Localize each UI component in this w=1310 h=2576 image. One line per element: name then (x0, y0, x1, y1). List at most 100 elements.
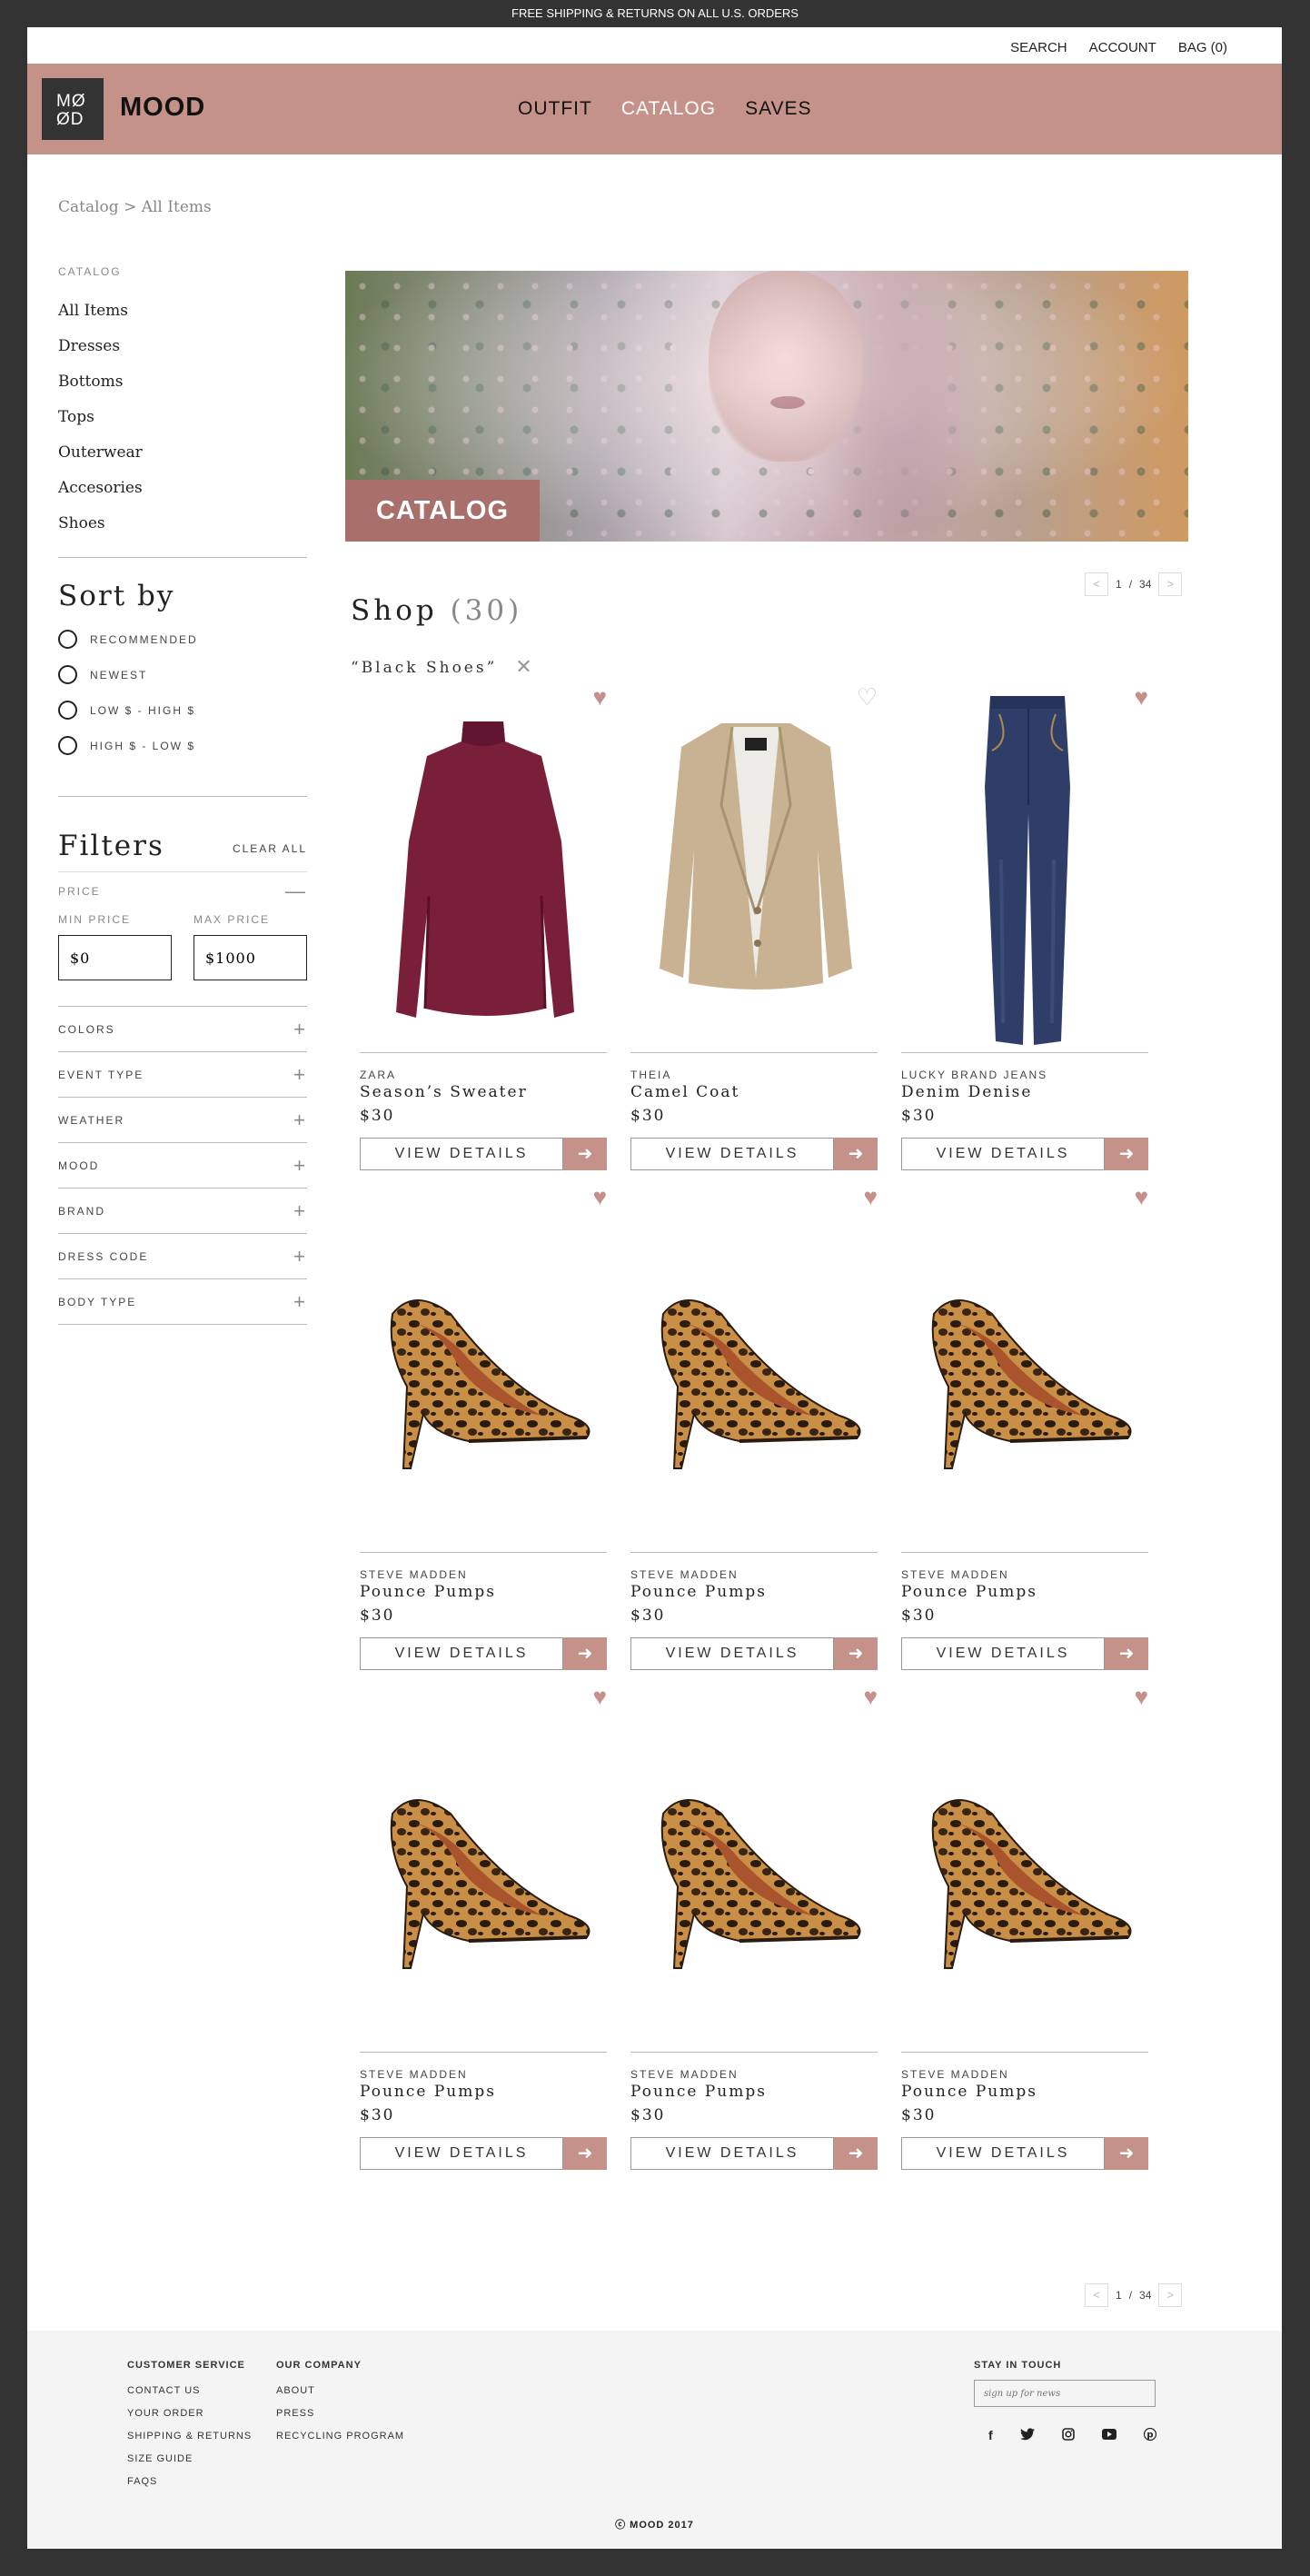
view-details-button[interactable]: VIEW DETAILS ➜ (630, 2137, 878, 2170)
arrow-right-icon[interactable]: ➜ (563, 1637, 607, 1670)
view-details-label[interactable]: VIEW DETAILS (360, 1138, 563, 1170)
breadcrumb[interactable]: Catalog > All Items (58, 198, 212, 216)
arrow-right-icon[interactable]: ➜ (834, 1637, 878, 1670)
facet-weather[interactable]: WEATHER + (58, 1097, 307, 1142)
arrow-right-icon[interactable]: ➜ (834, 1138, 878, 1170)
view-details-button[interactable]: VIEW DETAILS ➜ (360, 2137, 607, 2170)
footer-link-press[interactable]: PRESS (276, 2408, 404, 2431)
product-name[interactable]: Denim Denise (901, 1083, 1032, 1101)
view-details-button[interactable]: VIEW DETAILS ➜ (360, 1637, 607, 1670)
category-all-items[interactable]: All Items (58, 302, 307, 337)
nav-outfit[interactable]: OUTFIT (518, 98, 592, 120)
facet-mood[interactable]: MOOD + (58, 1142, 307, 1188)
product-card[interactable]: ♥ STEVE MADDEN Pounce Pumps $30 VIEW DETAILS… (360, 1178, 607, 1696)
category-bottoms[interactable]: Bottoms (58, 373, 307, 408)
heart-icon[interactable]: ♥ (593, 685, 607, 709)
facet-event-type[interactable]: EVENT TYPE + (58, 1051, 307, 1097)
heart-icon[interactable]: ♡ (857, 685, 878, 709)
view-details-button[interactable]: VIEW DETAILS ➜ (360, 1138, 607, 1170)
plus-icon[interactable]: + (293, 1109, 307, 1132)
arrow-right-icon[interactable]: ➜ (834, 2137, 878, 2170)
facet-brand[interactable]: BRAND + (58, 1188, 307, 1233)
product-image[interactable] (630, 1677, 878, 2052)
product-image[interactable] (360, 1178, 607, 1552)
product-card[interactable]: ♥ STEVE MADDEN Pounce Pumps $30 VIEW DETAILS… (360, 1677, 607, 2195)
pinterest-icon[interactable]: p (1143, 2427, 1156, 2443)
arrow-right-icon[interactable]: ➜ (563, 1138, 607, 1170)
facet-body-type[interactable]: BODY TYPE + (58, 1278, 307, 1324)
footer-link-shipping-returns[interactable]: SHIPPING & RETURNS (127, 2431, 252, 2453)
sort-option-recommended[interactable]: RECOMMENDED (58, 622, 307, 657)
sort-option-high-low[interactable]: HIGH $ - LOW $ (58, 728, 307, 763)
view-details-label[interactable]: VIEW DETAILS (360, 2137, 563, 2170)
footer-link-recycling[interactable]: RECYCLING PROGRAM (276, 2431, 404, 2453)
product-name[interactable]: Camel Coat (630, 1083, 739, 1101)
view-details-button[interactable]: VIEW DETAILS ➜ (901, 1637, 1148, 1670)
sort-option-newest[interactable]: NEWEST (58, 657, 307, 692)
youtube-icon[interactable] (1101, 2428, 1116, 2443)
next-page-button[interactable]: > (1158, 572, 1183, 596)
product-name[interactable]: Pounce Pumps (901, 2083, 1037, 2101)
clear-all-button[interactable]: CLEAR ALL (233, 842, 307, 855)
view-details-button[interactable]: VIEW DETAILS ➜ (630, 1637, 878, 1670)
radio-icon[interactable] (58, 665, 77, 684)
category-dresses[interactable]: Dresses (58, 337, 307, 373)
prev-page-button[interactable]: < (1085, 2283, 1108, 2307)
plus-icon[interactable]: + (293, 1154, 307, 1178)
search-link[interactable]: SEARCH (1010, 40, 1067, 55)
plus-icon[interactable]: + (293, 1290, 307, 1314)
product-image[interactable] (901, 1677, 1148, 2052)
view-details-label[interactable]: VIEW DETAILS (901, 2137, 1105, 2170)
product-name[interactable]: Pounce Pumps (901, 1583, 1037, 1601)
product-image[interactable] (630, 1178, 878, 1552)
max-price-input[interactable] (194, 935, 307, 980)
next-page-button[interactable]: > (1158, 2283, 1183, 2307)
product-card[interactable]: ♥ STEVE MADDEN Pounce Pumps $30 VIEW DETAILS… (630, 1677, 878, 2195)
category-shoes[interactable]: Shoes (58, 514, 307, 550)
product-name[interactable]: Pounce Pumps (360, 2083, 496, 2101)
radio-icon[interactable] (58, 630, 77, 649)
heart-icon[interactable]: ♥ (1135, 1185, 1148, 1208)
newsletter-input[interactable] (974, 2380, 1156, 2407)
facet-colors[interactable]: COLORS + (58, 1006, 307, 1051)
account-link[interactable]: ACCOUNT (1089, 40, 1156, 55)
plus-icon[interactable]: + (293, 1199, 307, 1223)
footer-link-about[interactable]: ABOUT (276, 2385, 404, 2408)
product-name[interactable]: Pounce Pumps (630, 1583, 767, 1601)
footer-link-contact-us[interactable]: CONTACT US (127, 2385, 252, 2408)
product-image[interactable] (630, 678, 878, 1052)
plus-icon[interactable]: + (293, 1245, 307, 1268)
view-details-label[interactable]: VIEW DETAILS (630, 1637, 834, 1670)
radio-icon[interactable] (58, 701, 77, 720)
category-accesories[interactable]: Accesories (58, 479, 307, 514)
twitter-icon[interactable] (1019, 2428, 1035, 2443)
product-card[interactable]: ♥ STEVE MADDEN Pounce Pumps $30 VIEW DETAILS… (901, 1178, 1148, 1696)
category-outerwear[interactable]: Outerwear (58, 443, 307, 479)
nav-catalog[interactable]: CATALOG (621, 98, 716, 120)
product-image[interactable] (360, 678, 607, 1052)
close-icon[interactable]: ✕ (515, 656, 534, 679)
logo[interactable]: MØ ØD (42, 78, 104, 140)
heart-icon[interactable]: ♥ (864, 1185, 878, 1208)
price-facet[interactable]: PRICE — (58, 871, 307, 910)
minus-icon[interactable]: — (285, 880, 307, 903)
product-name[interactable]: Pounce Pumps (360, 1583, 496, 1601)
view-details-label[interactable]: VIEW DETAILS (901, 1637, 1105, 1670)
footer-link-size-guide[interactable]: SIZE GUIDE (127, 2453, 252, 2476)
arrow-right-icon[interactable]: ➜ (1105, 2137, 1148, 2170)
heart-icon[interactable]: ♥ (593, 1685, 607, 1708)
category-tops[interactable]: Tops (58, 408, 307, 443)
sort-option-low-high[interactable]: LOW $ - HIGH $ (58, 692, 307, 728)
facet-dress-code[interactable]: DRESS CODE + (58, 1233, 307, 1278)
heart-icon[interactable]: ♥ (864, 1685, 878, 1708)
min-price-input[interactable] (58, 935, 172, 980)
arrow-right-icon[interactable]: ➜ (563, 2137, 607, 2170)
product-image[interactable] (360, 1677, 607, 2052)
view-details-label[interactable]: VIEW DETAILS (630, 2137, 834, 2170)
instagram-icon[interactable] (1061, 2428, 1075, 2443)
view-details-label[interactable]: VIEW DETAILS (360, 1637, 563, 1670)
product-card[interactable]: ♥ ZARA Season’s Sweater $30 VIEW DETAILS ➜ (360, 678, 607, 1196)
plus-icon[interactable]: + (293, 1018, 307, 1041)
view-details-label[interactable]: VIEW DETAILS (901, 1138, 1105, 1170)
facebook-icon[interactable]: f (988, 2428, 993, 2443)
